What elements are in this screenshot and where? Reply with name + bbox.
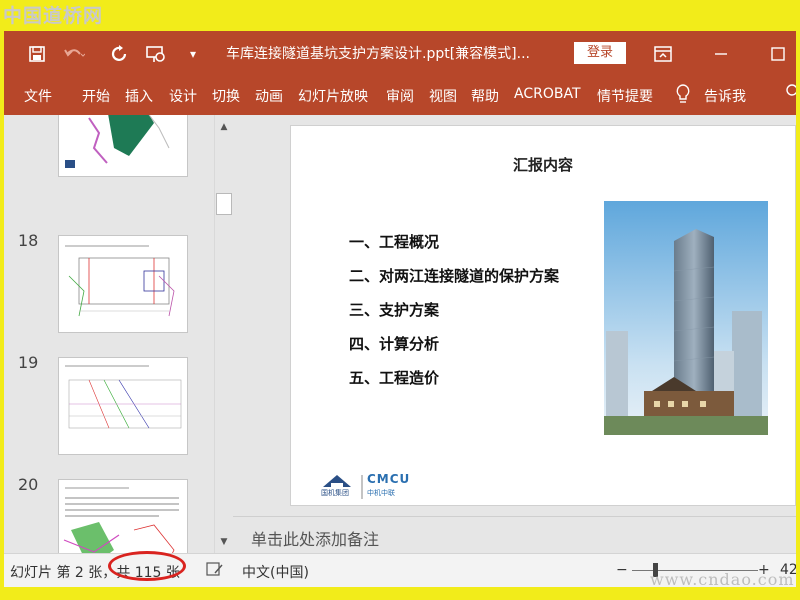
current-slide[interactable]: 汇报内容 一、工程概况 二、对两江连接隧道的保护方案 三、支护方案 四、计算分析… <box>290 125 796 506</box>
slide-number-19: 19 <box>18 353 39 372</box>
tab-help[interactable]: 帮助 <box>471 86 499 106</box>
language-status[interactable]: 中文(中国) <box>242 562 309 582</box>
present-icon[interactable] <box>144 42 168 66</box>
ribbon-display-icon[interactable] <box>651 42 675 66</box>
logo-right-sublabel: 中机中联 <box>367 489 395 497</box>
tab-storyboarding[interactable]: 情节提要 <box>597 86 653 106</box>
tab-file[interactable]: 文件 <box>24 86 52 106</box>
document-title: 车库连接隧道基坑支护方案设计.ppt[兼容模式]... <box>226 46 530 62</box>
slide-thumbnail-pane: 18 19 20 <box>4 115 214 553</box>
notes-placeholder[interactable]: 单击此处添加备注 <box>251 526 379 550</box>
scrollbar-thumb[interactable] <box>216 193 232 215</box>
agenda-item: 三、支护方案 <box>349 301 440 319</box>
slide-thumbnail-17[interactable] <box>58 115 188 177</box>
agenda-item: 四、计算分析 <box>349 335 440 353</box>
slide-thumbnail-20[interactable] <box>58 479 188 553</box>
spelling-check-icon[interactable] <box>206 561 224 581</box>
slide-title[interactable]: 汇报内容 <box>291 154 795 175</box>
tab-review[interactable]: 审阅 <box>386 86 414 106</box>
minimize-icon[interactable] <box>709 42 733 66</box>
zoom-out-button[interactable]: − <box>616 562 628 578</box>
company-logos: 国机集团 CMCU 中机中联 <box>321 472 441 503</box>
ribbon-tabs: 文件 开始 插入 设计 切换 动画 幻灯片放映 审阅 视图 帮助 ACROBAT… <box>4 76 796 115</box>
agenda-item: 一、工程概况 <box>349 233 440 251</box>
watermark-top: 中国道桥网 <box>3 5 104 27</box>
customize-icon[interactable]: ▾ <box>181 42 205 66</box>
tell-me-search[interactable]: 告诉我 <box>704 86 746 106</box>
tab-insert[interactable]: 插入 <box>125 86 153 106</box>
save-icon[interactable] <box>25 42 49 66</box>
slide-number-18: 18 <box>18 231 39 250</box>
login-button[interactable]: 登录 <box>574 42 626 64</box>
notes-pane[interactable]: 单击此处添加备注 <box>233 516 796 553</box>
slide-editor: 汇报内容 一、工程概况 二、对两江连接隧道的保护方案 三、支护方案 四、计算分析… <box>233 115 796 516</box>
powerpoint-window: ▾ 车库连接隧道基坑支护方案设计.ppt[兼容模式]... 登录 文件 开始 插… <box>4 31 796 587</box>
agenda-item: 五、工程造价 <box>349 369 440 387</box>
tab-view[interactable]: 视图 <box>429 86 457 106</box>
building-photo[interactable] <box>604 201 768 435</box>
tab-home[interactable]: 开始 <box>82 86 110 106</box>
scroll-up-icon[interactable]: ▲ <box>215 118 233 136</box>
tab-slideshow[interactable]: 幻灯片放映 <box>298 86 368 106</box>
tab-transitions[interactable]: 切换 <box>212 86 240 106</box>
slide-thumbnail-19[interactable] <box>58 357 188 455</box>
scroll-down-icon[interactable]: ▼ <box>215 533 233 551</box>
watermark-bottom: www.cndao.com <box>650 570 795 589</box>
slide-number-20: 20 <box>18 475 39 494</box>
redo-icon[interactable] <box>108 42 132 66</box>
tab-animations[interactable]: 动画 <box>255 86 283 106</box>
logo-left-label: 国机集团 <box>321 489 349 497</box>
account-icon[interactable] <box>785 84 796 108</box>
slide-thumbnail-18[interactable] <box>58 235 188 333</box>
highlight-circle <box>108 551 186 581</box>
tab-acrobat[interactable]: ACROBAT <box>514 86 581 102</box>
thumbnail-scrollbar[interactable]: ▲ ▼ <box>214 115 232 553</box>
title-bar: ▾ 车库连接隧道基坑支护方案设计.ppt[兼容模式]... 登录 <box>4 31 796 76</box>
undo-icon[interactable] <box>62 42 86 66</box>
tab-design[interactable]: 设计 <box>169 86 197 106</box>
logo-right-label: CMCU <box>367 472 411 486</box>
agenda-item: 二、对两江连接隧道的保护方案 <box>349 267 560 285</box>
maximize-icon[interactable] <box>766 42 790 66</box>
lightbulb-icon[interactable] <box>675 84 691 108</box>
